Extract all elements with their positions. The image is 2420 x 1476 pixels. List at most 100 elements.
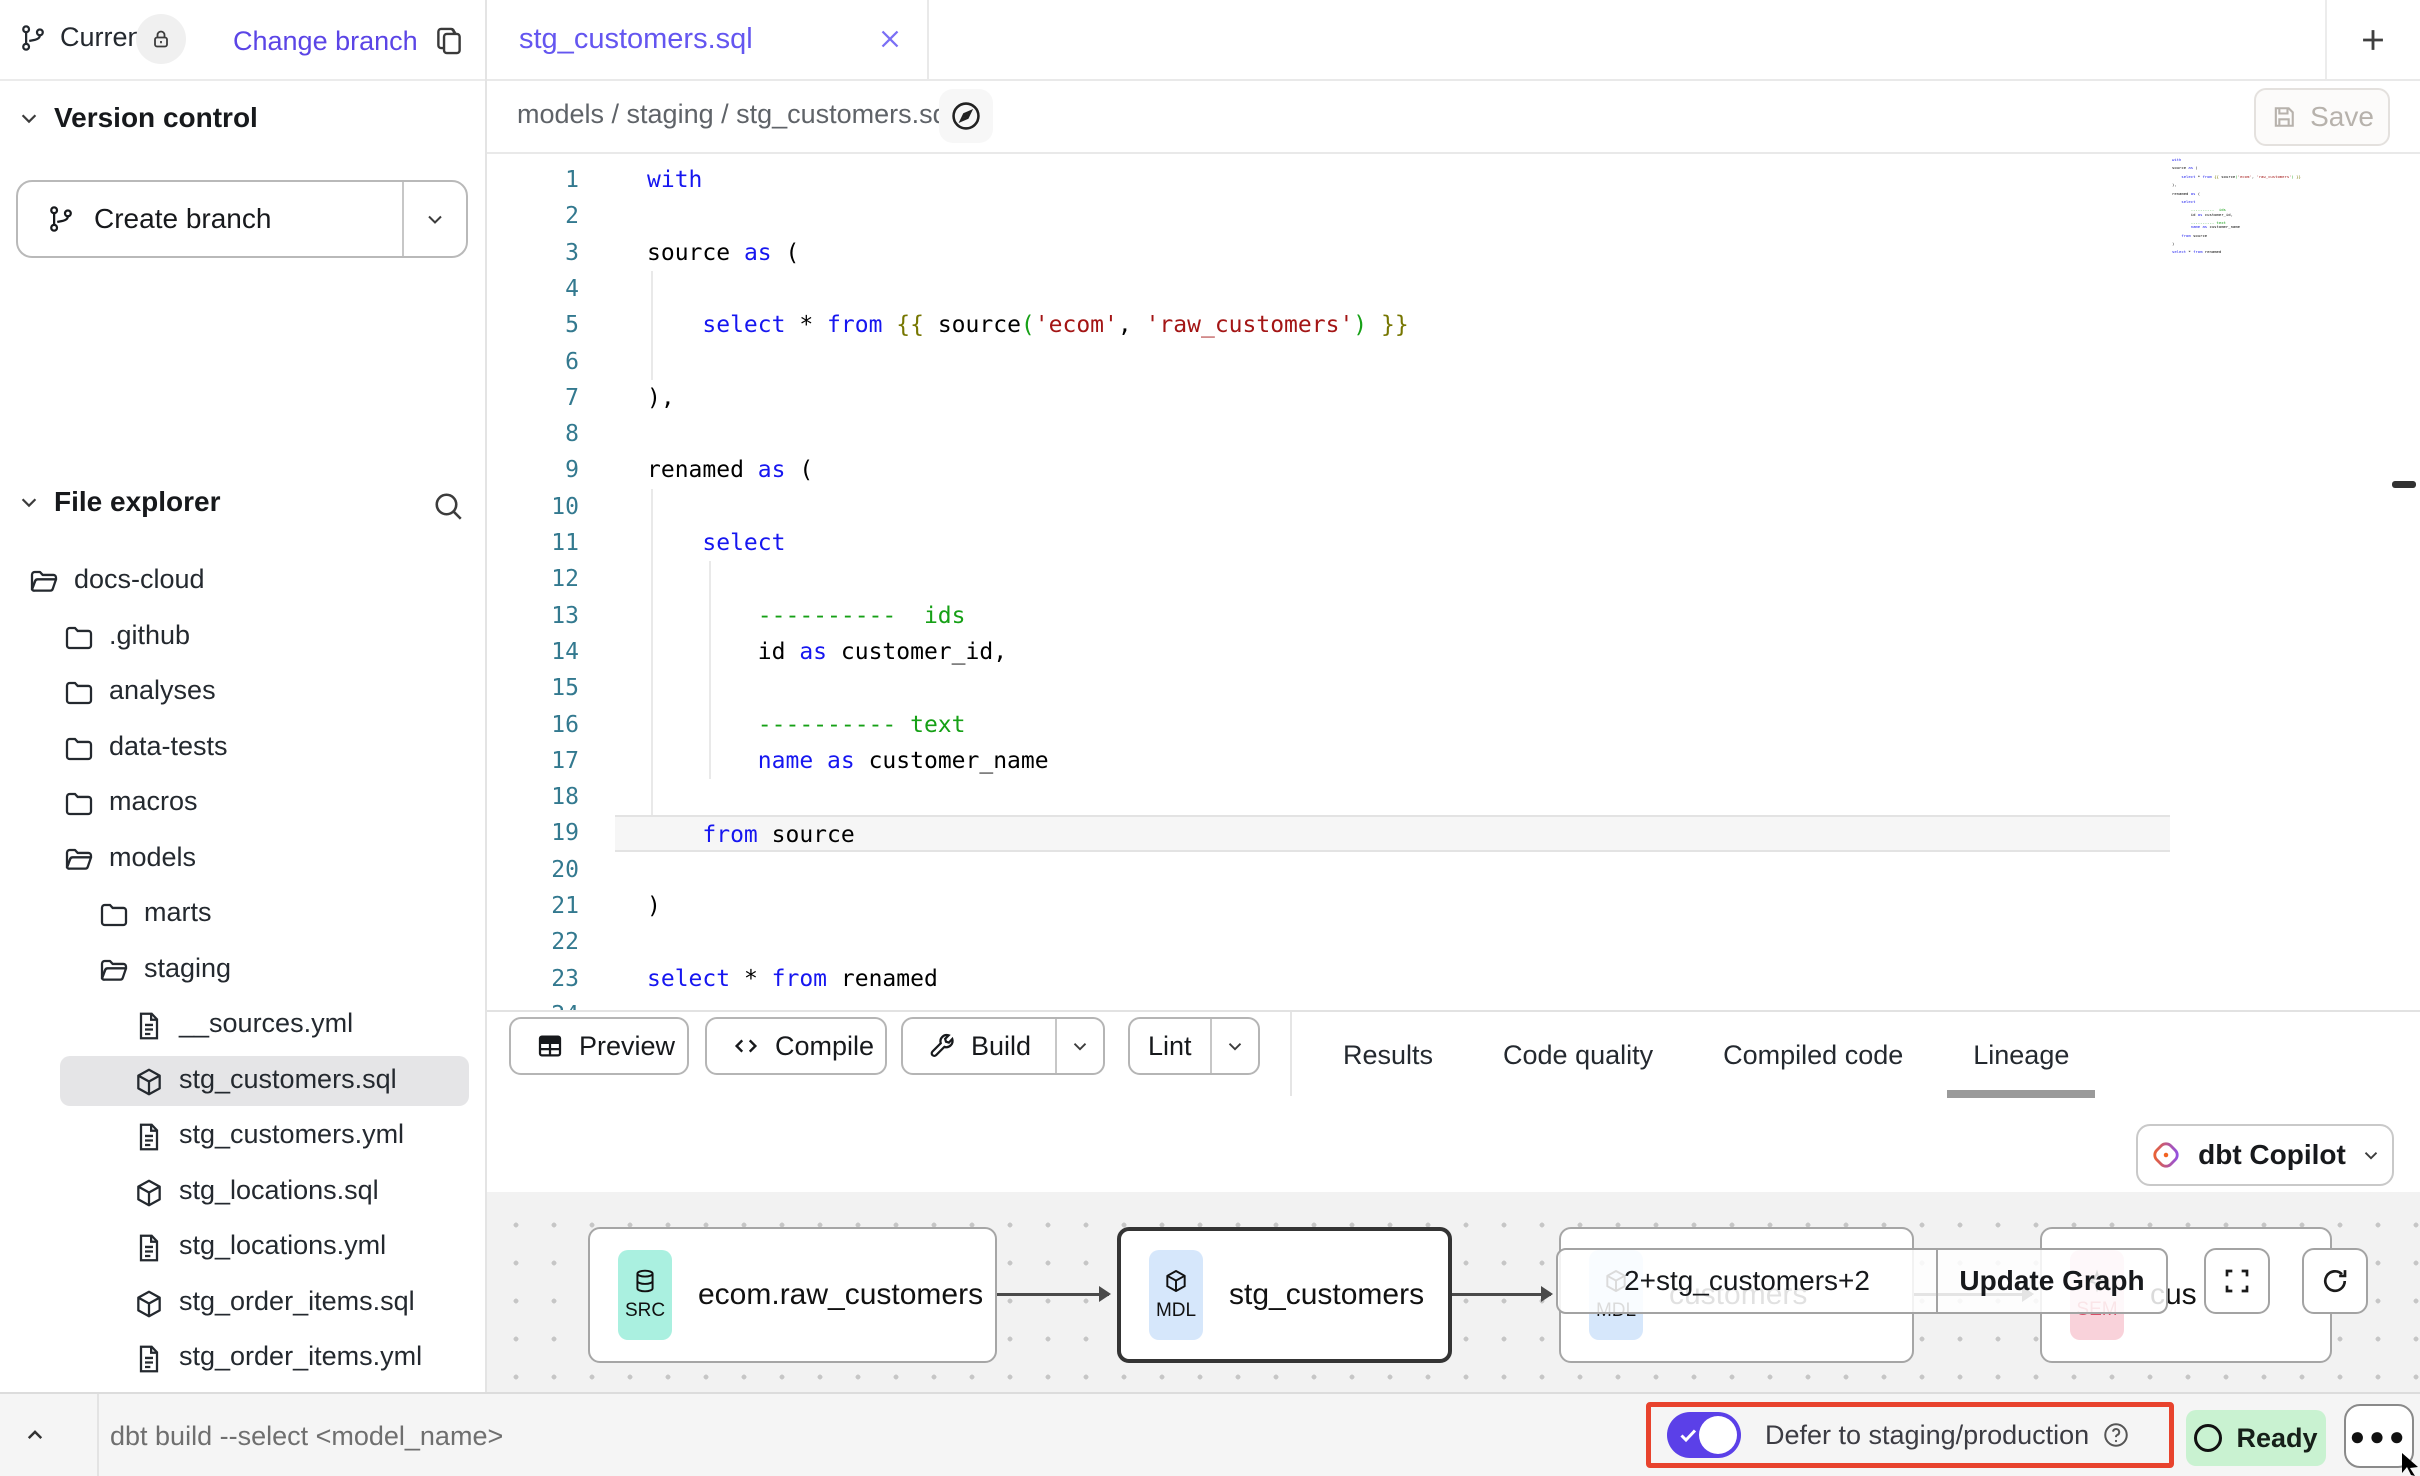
status-badge-ready[interactable]: Ready [2186, 1410, 2326, 1466]
build-button[interactable]: Build [901, 1017, 1105, 1075]
line-number: 15 [551, 670, 579, 707]
save-label: Save [2310, 101, 2374, 133]
code-line [615, 489, 661, 526]
minimap[interactable]: with source as ( select * from {{ source… [2172, 158, 2306, 268]
panel-tab-results[interactable]: Results [1343, 1012, 1433, 1098]
lineage-canvas[interactable]: SRC ecom.raw_customers MDL stg_customers… [487, 1192, 2420, 1394]
line-number: 19 [551, 815, 579, 852]
toggle-knob [1699, 1416, 1737, 1454]
branch-row: Current Change branch [0, 0, 485, 81]
help-icon[interactable] [2101, 1420, 2131, 1450]
line-number: 22 [551, 924, 579, 961]
cube-icon [133, 1288, 165, 1320]
create-branch-dropdown[interactable] [402, 182, 466, 256]
line-number: 23 [551, 961, 579, 998]
command-input[interactable] [108, 1408, 1012, 1464]
tree-item[interactable]: stg_order_items.yml [0, 1333, 485, 1385]
tree-item[interactable]: docs-cloud [0, 556, 485, 608]
chevron-down-icon [18, 491, 40, 513]
fullscreen-icon [2221, 1265, 2253, 1297]
version-control-label: Version control [54, 102, 258, 134]
tree-item-label: analyses [109, 675, 216, 706]
defer-label: Defer to staging/production [1765, 1420, 2089, 1451]
tree-item[interactable]: stg_locations.yml [0, 1222, 485, 1274]
folder-icon [98, 899, 130, 931]
folder-icon [63, 622, 95, 654]
tab-stg-customers-sql[interactable]: stg_customers.sql [487, 0, 929, 79]
tree-item[interactable]: macros [0, 778, 485, 830]
tree-item[interactable]: data-tests [0, 723, 485, 775]
copilot-compass-button[interactable] [939, 89, 993, 143]
tree-item-label: macros [109, 786, 198, 817]
code-line [615, 670, 661, 707]
fullscreen-button[interactable] [2204, 1248, 2270, 1314]
code-line [615, 271, 661, 308]
file-tree: docs-cloud .github analyses data-tests macro… [0, 556, 485, 1392]
code-line: select * from renamed [615, 961, 938, 998]
tree-item[interactable]: analyses [0, 667, 485, 719]
lint-button[interactable]: Lint [1128, 1017, 1260, 1075]
version-control-header[interactable]: Version control [18, 102, 258, 134]
file-explorer-header[interactable]: File explorer [18, 486, 221, 518]
panel-tab-code-quality[interactable]: Code quality [1503, 1012, 1653, 1098]
folder-open-icon [63, 844, 95, 876]
file-icon [133, 1121, 165, 1153]
breadcrumb-row: models / staging / stg_customers.sql Sav… [487, 81, 2420, 154]
tree-item[interactable]: stg_locations.sql [0, 1167, 485, 1219]
dbt-copilot-icon [2148, 1137, 2184, 1173]
refresh-icon [2319, 1265, 2351, 1297]
save-button[interactable]: Save [2254, 88, 2390, 146]
code-line: name as customer_name [615, 743, 1049, 780]
table-icon [535, 1031, 565, 1061]
collapse-panel-button[interactable] [20, 1420, 50, 1450]
lineage-node-stg-customers[interactable]: MDL stg_customers [1117, 1227, 1452, 1363]
copy-branch-icon[interactable] [432, 24, 466, 58]
check-icon [1677, 1423, 1701, 1447]
graph-selector-input[interactable] [1558, 1250, 1936, 1312]
code-editor[interactable]: 123456789101112131415161718192021222324 … [487, 154, 2420, 1010]
change-branch-link[interactable]: Change branch [233, 26, 418, 57]
line-number: 12 [551, 561, 579, 598]
tree-item[interactable]: models [0, 834, 485, 886]
tree-item[interactable]: stg_customers.sql [0, 1056, 485, 1108]
create-branch-button[interactable]: Create branch [16, 180, 468, 258]
git-branch-icon [46, 204, 76, 234]
update-graph-button[interactable]: Update Graph [1936, 1250, 2166, 1312]
line-number: 18 [551, 779, 579, 816]
close-icon[interactable] [875, 24, 905, 54]
preview-button[interactable]: Preview [509, 1017, 689, 1075]
ready-label: Ready [2236, 1423, 2317, 1454]
compile-button[interactable]: Compile [705, 1017, 887, 1075]
panel-tab-compiled-code[interactable]: Compiled code [1723, 1012, 1903, 1098]
sidebar: Current Change branch Version control Cr… [0, 0, 487, 1392]
tree-item-label: .github [109, 620, 190, 651]
search-icon[interactable] [430, 488, 466, 524]
line-number: 2 [565, 198, 579, 235]
cube-icon [1163, 1268, 1189, 1294]
badge-label: MDL [1156, 1300, 1196, 1322]
current-branch[interactable]: Current [18, 22, 150, 53]
dbt-copilot-button[interactable]: dbt Copilot [2136, 1124, 2394, 1186]
defer-toggle[interactable] [1667, 1412, 1741, 1458]
line-number: 4 [565, 271, 579, 308]
scrollbar-thumb[interactable] [2392, 481, 2416, 488]
tree-item[interactable]: staging [0, 945, 485, 997]
tree-item[interactable]: stg_customers.yml [0, 1111, 485, 1163]
lint-dropdown[interactable] [1210, 1019, 1258, 1073]
refresh-button[interactable] [2302, 1248, 2368, 1314]
code-icon [731, 1031, 761, 1061]
build-dropdown[interactable] [1055, 1019, 1103, 1073]
tree-item-label: docs-cloud [74, 564, 205, 595]
lineage-node-source[interactable]: SRC ecom.raw_customers [588, 1227, 997, 1363]
code-line [615, 198, 661, 235]
folder-icon [63, 788, 95, 820]
file-icon [133, 1010, 165, 1042]
tree-item[interactable]: stg_order_items.sql [0, 1278, 485, 1330]
new-tab-button[interactable] [2349, 18, 2397, 62]
tree-item[interactable]: __sources.yml [0, 1000, 485, 1052]
panel-tab-lineage[interactable]: Lineage [1973, 1012, 2069, 1098]
tree-item[interactable]: marts [0, 889, 485, 941]
tree-item[interactable]: .github [0, 612, 485, 664]
file-icon [133, 1343, 165, 1375]
badge-label: SRC [625, 1300, 665, 1322]
